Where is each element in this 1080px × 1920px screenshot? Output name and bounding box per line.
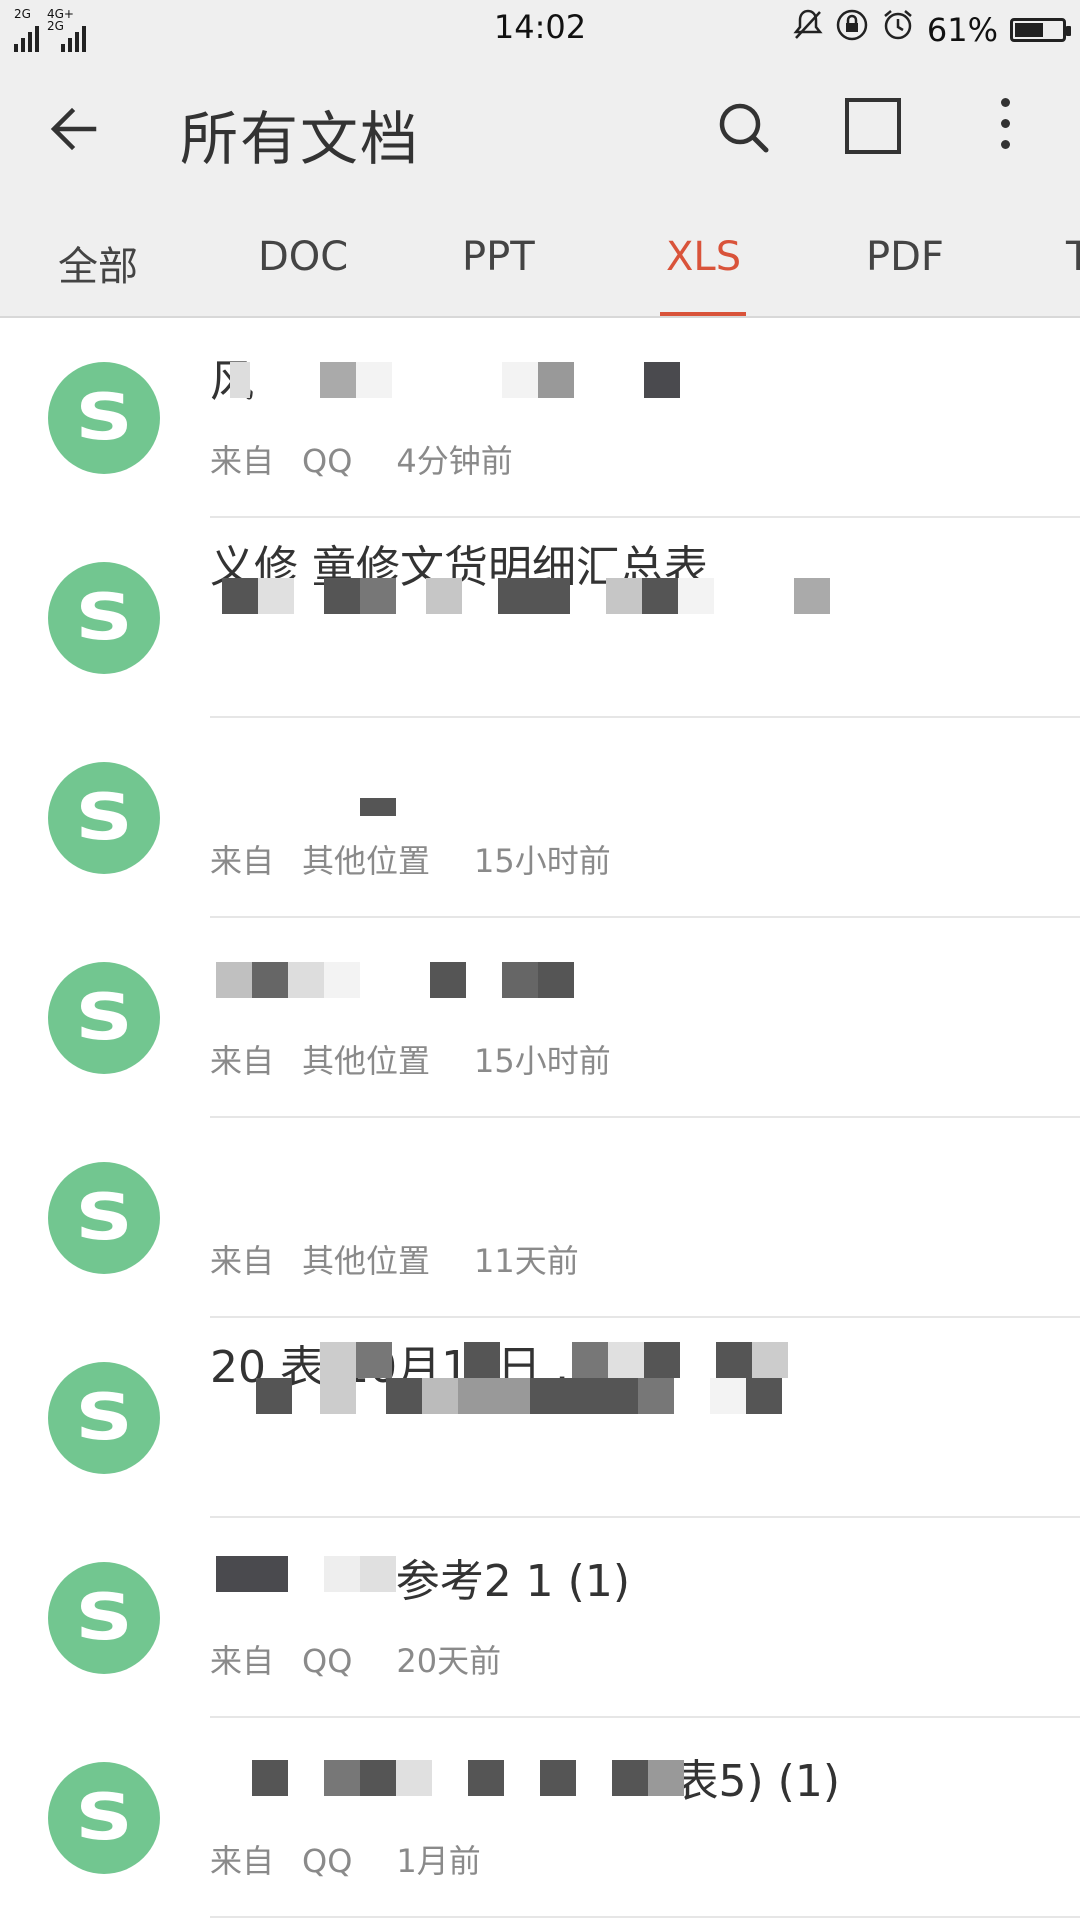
file-meta: 来自 QQ 1月前 xyxy=(210,1842,481,1880)
list-item[interactable]: S 来自 其他位置 15小时前 xyxy=(0,718,1080,918)
redacted-mosaic xyxy=(230,362,680,402)
tab-ppt[interactable]: PPT xyxy=(462,234,535,280)
list-item[interactable]: S 参考2 1 (1) 来自 QQ 20天前 xyxy=(0,1518,1080,1718)
status-icons: 61% xyxy=(793,8,1071,51)
sheet-file-icon: S xyxy=(48,1362,160,1474)
list-item[interactable]: S 来自 其他位置 11天前 xyxy=(0,1118,1080,1318)
list-item[interactable]: S 表5) (1) 来自 QQ 1月前 xyxy=(0,1718,1080,1918)
file-meta: 来自 QQ 4分钟前 xyxy=(210,442,513,480)
sheet-file-icon: S xyxy=(48,362,160,474)
list-item[interactable]: S 义修 童修文货明细汇总表 xyxy=(0,518,1080,718)
sheet-file-icon: S xyxy=(48,962,160,1074)
select-mode-icon[interactable] xyxy=(845,98,901,154)
redacted-mosaic xyxy=(360,798,396,818)
list-item[interactable]: S 20 表(10月12日 ... xyxy=(0,1318,1080,1518)
alarm-icon xyxy=(881,8,915,51)
file-meta: 来自 QQ 20天前 xyxy=(210,1642,502,1680)
sheet-file-icon: S xyxy=(48,1162,160,1274)
search-icon[interactable] xyxy=(710,94,780,164)
sheet-file-icon: S xyxy=(48,1562,160,1674)
file-meta: 来自 其他位置 15小时前 xyxy=(210,1042,611,1080)
app-bar: 所有文档 xyxy=(0,54,1080,200)
battery-icon xyxy=(1010,17,1071,42)
redacted-mosaic xyxy=(320,1342,788,1382)
redacted-mosaic xyxy=(256,1378,782,1418)
sheet-file-icon: S xyxy=(48,1762,160,1874)
redacted-mosaic xyxy=(216,1556,396,1596)
tab-txt[interactable]: T xyxy=(1066,234,1080,280)
redacted-mosaic xyxy=(222,578,830,618)
back-arrow-icon[interactable] xyxy=(42,94,112,164)
mute-bell-icon xyxy=(793,8,823,51)
file-meta: 来自 其他位置 15小时前 xyxy=(210,842,611,880)
tab-xls[interactable]: XLS xyxy=(666,234,741,280)
list-item[interactable]: S 风 来自QQ4分钟前 xyxy=(0,318,1080,518)
file-type-tabs: 全部 DOC PPT XLS PDF T xyxy=(0,200,1080,318)
file-meta: 来自 其他位置 11天前 xyxy=(210,1242,579,1280)
tab-pdf[interactable]: PDF xyxy=(866,234,944,280)
sheet-file-icon: S xyxy=(48,562,160,674)
rotation-lock-icon xyxy=(835,8,869,51)
list-item[interactable]: S 来自 其他位置 15小时前 xyxy=(0,918,1080,1118)
tab-all[interactable]: 全部 xyxy=(58,234,138,292)
file-list: S 风 来自QQ4分钟前 S 义修 童修文货明细汇总表 S 来自其他位置15小时… xyxy=(0,318,1080,1918)
status-bar: 2G 4G+ 2G 14:02 61% xyxy=(0,0,1080,54)
sheet-file-icon: S xyxy=(48,762,160,874)
more-options-icon[interactable] xyxy=(990,98,1020,158)
battery-percent: 61% xyxy=(926,10,998,49)
redacted-mosaic xyxy=(216,962,574,1002)
tab-doc[interactable]: DOC xyxy=(258,234,348,280)
redacted-mosaic xyxy=(252,1760,684,1800)
page-title: 所有文档 xyxy=(180,105,421,173)
